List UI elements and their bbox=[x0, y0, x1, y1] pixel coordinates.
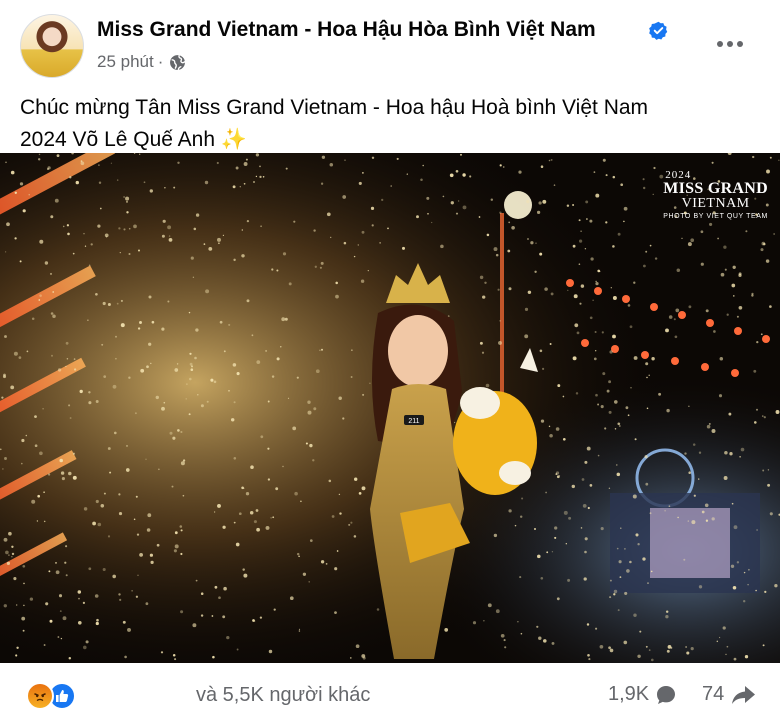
angry-icon bbox=[26, 682, 54, 710]
post-text-line: 2024 Võ Lê Quế Anh bbox=[20, 128, 215, 151]
contestant-number: 211 bbox=[408, 418, 419, 425]
watermark-credit: PHOTO BY VIET QUY TEAM bbox=[663, 213, 768, 220]
page-name[interactable]: Miss Grand Vietnam - Hoa Hậu Hòa Bình Vi… bbox=[97, 18, 596, 42]
post-footer: và 5,5K người khác 1,9K 74 bbox=[0, 663, 780, 723]
globe-icon[interactable] bbox=[169, 54, 186, 71]
dot-icon bbox=[727, 41, 733, 47]
post-timestamp[interactable]: 25 phút bbox=[97, 52, 154, 72]
more-options-button[interactable] bbox=[710, 26, 750, 62]
sparkles-emoji: ✨ bbox=[220, 128, 247, 151]
photo-scene: 211 bbox=[0, 153, 780, 663]
post-meta: 25 phút · bbox=[97, 52, 186, 72]
comment-count-value: 1,9K bbox=[608, 683, 650, 705]
verified-badge-icon bbox=[649, 21, 668, 40]
post-text: Chúc mừng Tân Miss Grand Vietnam - Hoa h… bbox=[20, 92, 760, 156]
comment-icon bbox=[657, 685, 676, 704]
watermark-title: MISS GRAND bbox=[663, 180, 768, 197]
comment-count[interactable]: 1,9K bbox=[608, 683, 677, 706]
reaction-summary[interactable]: và 5,5K người khác bbox=[196, 684, 370, 707]
page-avatar[interactable] bbox=[20, 14, 84, 78]
post-photo[interactable]: 211 2024 MISS GRAND VIETNAM PHOTO BY VIE… bbox=[0, 153, 780, 663]
reaction-icons[interactable] bbox=[26, 682, 76, 710]
post-header: Miss Grand Vietnam - Hoa Hậu Hòa Bình Vi… bbox=[0, 0, 780, 90]
share-icon bbox=[732, 685, 756, 704]
share-count-value: 74 bbox=[702, 683, 725, 705]
watermark-subtitle: VIETNAM bbox=[681, 196, 750, 211]
post-text-line-2: 2024 Võ Lê Quế Anh ✨ bbox=[20, 124, 760, 156]
dot-icon bbox=[717, 41, 723, 47]
meta-separator: · bbox=[157, 52, 164, 71]
dot-icon bbox=[737, 41, 743, 47]
photo-watermark: 2024 MISS GRAND VIETNAM PHOTO BY VIET QU… bbox=[663, 169, 768, 220]
share-count[interactable]: 74 bbox=[702, 683, 756, 706]
post-text-line: Chúc mừng Tân Miss Grand Vietnam - Hoa h… bbox=[20, 96, 649, 119]
